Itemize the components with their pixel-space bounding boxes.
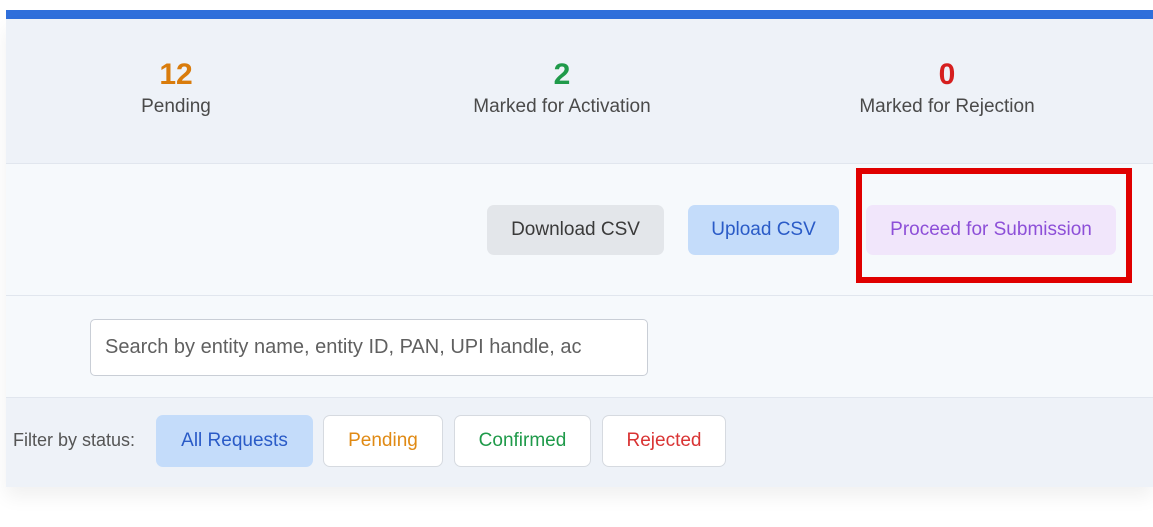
status-filter-bar: Filter by status: All Requests Pending C… [6,398,1153,487]
stat-activation: 2 Marked for Activation [412,57,712,119]
top-accent-bar [6,10,1153,19]
stat-rejection-count: 0 [938,58,956,91]
filter-label: Filter by status: [13,430,136,450]
page: 12 Pending 2 Marked for Activation 0 Mar… [0,0,1153,527]
upload-csv-button[interactable]: Upload CSV [688,205,839,255]
highlight-box [856,168,1132,283]
stat-pending: 12 Pending [26,57,326,119]
stat-pending-count: 12 [159,58,193,91]
filter-chip-pending[interactable]: Pending [323,415,443,467]
filter-chip-rejected[interactable]: Rejected [602,415,726,467]
stat-pending-label: Pending [141,96,211,117]
stat-activation-label: Marked for Activation [473,96,651,117]
action-bar: Download CSV Upload CSV Proceed for Subm… [6,164,1153,296]
stat-rejection-label: Marked for Rejection [859,96,1035,117]
search-input[interactable] [90,319,648,376]
stat-rejection: 0 Marked for Rejection [797,57,1097,119]
download-csv-button[interactable]: Download CSV [487,205,664,255]
filter-chip-all-requests[interactable]: All Requests [156,415,313,467]
stats-summary: 12 Pending 2 Marked for Activation 0 Mar… [6,19,1153,164]
stat-activation-count: 2 [553,58,571,91]
filter-chip-confirmed[interactable]: Confirmed [454,415,591,467]
requests-panel: 12 Pending 2 Marked for Activation 0 Mar… [6,19,1153,487]
search-row [6,296,1153,398]
